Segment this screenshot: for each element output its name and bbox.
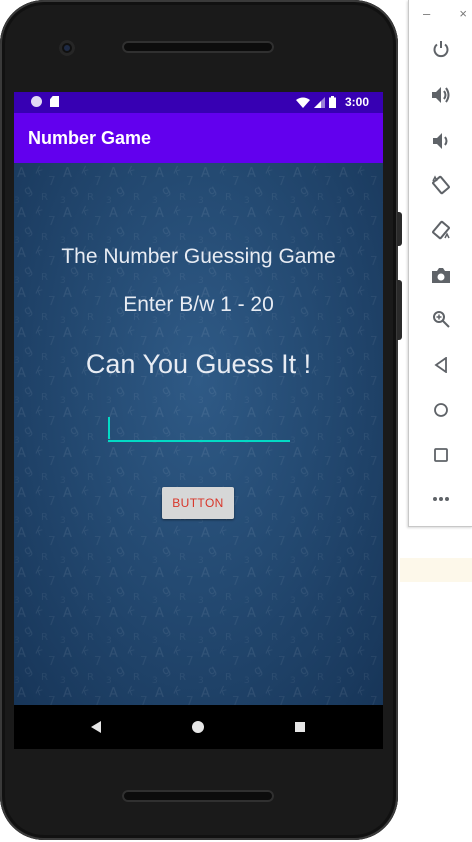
device-screen: 3:00 Number Game A k 7 g R 3 <box>14 92 383 705</box>
nav-recents-button[interactable] <box>292 719 308 735</box>
volume-up-icon <box>432 87 450 103</box>
home-icon <box>192 721 204 733</box>
zoom-icon <box>433 311 450 328</box>
app-title: Number Game <box>28 128 152 148</box>
volume-up-button[interactable] <box>427 81 455 109</box>
volume-side-button <box>397 280 402 340</box>
back-button[interactable] <box>427 351 455 379</box>
rotate-left-button[interactable] <box>427 171 455 199</box>
more-button[interactable] <box>427 485 455 513</box>
power-button[interactable] <box>427 35 455 63</box>
zoom-button[interactable] <box>427 305 455 333</box>
home-button[interactable] <box>427 396 455 424</box>
rotate-left-icon <box>432 175 450 195</box>
battery-icon <box>328 96 336 108</box>
rotate-right-icon <box>432 220 450 240</box>
front-camera <box>59 40 75 56</box>
more-dots-icon <box>433 497 449 501</box>
power-side-button <box>397 212 402 246</box>
recents-icon <box>295 722 305 732</box>
sd-card-icon <box>50 96 59 107</box>
camera-icon <box>432 268 450 283</box>
top-speaker <box>122 41 274 53</box>
notification-icon <box>31 96 42 107</box>
rotate-right-button[interactable] <box>427 216 455 244</box>
bottom-speaker <box>122 790 274 802</box>
screenshot-button[interactable] <box>427 261 455 289</box>
background-strip <box>400 558 472 582</box>
back-icon <box>91 721 101 733</box>
power-icon <box>433 41 449 58</box>
overview-square-icon <box>434 448 448 462</box>
guess-prompt: Can You Guess It ! <box>85 349 312 379</box>
guess-input[interactable] <box>108 416 290 442</box>
range-instruction: Enter B/w 1 - 20 <box>123 293 274 316</box>
emulator-control-panel: – × <box>408 0 472 527</box>
text-cursor <box>108 417 110 439</box>
wifi-icon <box>295 97 310 108</box>
main-content: A k 7 g R 3 The Number Guessing Game Ent… <box>14 163 383 705</box>
emulator-window: 3:00 Number Game A k 7 g R 3 <box>0 0 472 842</box>
volume-down-icon <box>433 133 448 149</box>
submit-button[interactable]: BUTTON <box>162 487 234 519</box>
nav-home-button[interactable] <box>190 719 206 735</box>
navigation-bar <box>14 705 383 749</box>
overview-button[interactable] <box>427 441 455 469</box>
home-circle-icon <box>434 403 448 417</box>
app-toolbar: Number Game <box>14 113 383 163</box>
volume-down-button[interactable] <box>427 127 455 155</box>
game-heading: The Number Guessing Game <box>61 245 336 268</box>
back-triangle-icon <box>434 357 447 373</box>
close-button[interactable]: × <box>459 6 467 21</box>
minimize-button[interactable]: – <box>423 6 430 21</box>
cell-signal-icon <box>313 96 325 108</box>
nav-back-button[interactable] <box>88 719 104 735</box>
status-bar: 3:00 <box>14 92 383 113</box>
status-time: 3:00 <box>344 95 369 109</box>
